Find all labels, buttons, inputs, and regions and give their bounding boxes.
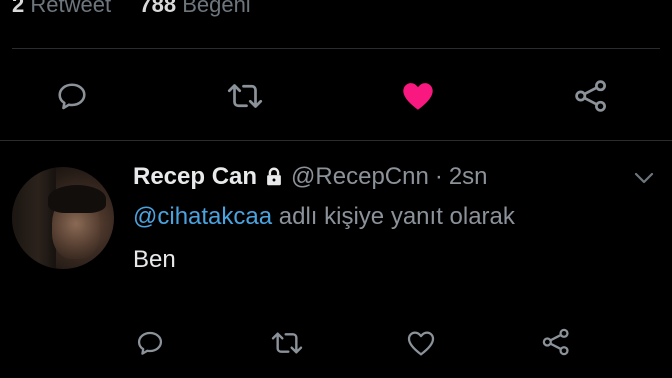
reply-button[interactable] bbox=[50, 74, 94, 118]
reply-share-button[interactable] bbox=[537, 323, 575, 361]
heart-filled-icon bbox=[403, 83, 433, 110]
like-label[interactable]: Beğeni bbox=[182, 0, 251, 17]
like-count[interactable]: 788 bbox=[139, 0, 176, 17]
share-icon bbox=[542, 328, 569, 356]
share-button[interactable] bbox=[569, 74, 613, 118]
heart-icon bbox=[407, 331, 435, 356]
retweet-label[interactable]: Retweet bbox=[30, 0, 111, 17]
like-button[interactable] bbox=[396, 74, 440, 118]
chevron-down-icon bbox=[634, 172, 654, 184]
reply-icon bbox=[137, 331, 163, 355]
share-icon bbox=[575, 80, 606, 112]
retweet-icon bbox=[227, 84, 263, 108]
tweet-stats: 2 Retweet 788 Beğeni bbox=[12, 0, 251, 18]
reply-header: Recep Can @RecepCnn · 2sn bbox=[133, 162, 488, 192]
tweet-text: Ben bbox=[133, 246, 176, 273]
avatar[interactable] bbox=[12, 167, 114, 269]
tweet-menu-button[interactable] bbox=[633, 170, 655, 191]
retweet-count[interactable]: 2 bbox=[12, 0, 24, 17]
timestamp[interactable]: 2sn bbox=[449, 162, 488, 192]
retweet-icon bbox=[271, 332, 303, 354]
reply-like-button[interactable] bbox=[402, 324, 440, 362]
reply-retweet-button[interactable] bbox=[267, 324, 307, 362]
user-handle[interactable]: @RecepCnn bbox=[291, 162, 429, 192]
display-name[interactable]: Recep Can bbox=[133, 162, 257, 192]
stats-divider bbox=[12, 48, 660, 49]
reply-reply-button[interactable] bbox=[131, 324, 169, 362]
separator-dot: · bbox=[434, 163, 443, 190]
tweet-divider bbox=[0, 140, 672, 141]
retweet-button[interactable] bbox=[223, 74, 267, 118]
replying-to: @cihatakcaa adlı kişiye yanıt olarak bbox=[133, 202, 515, 232]
replying-to-label: adlı kişiye yanıt olarak bbox=[278, 203, 515, 230]
lock-icon bbox=[263, 166, 285, 188]
mention-link[interactable]: @cihatakcaa bbox=[133, 203, 272, 230]
reply-icon bbox=[58, 83, 86, 110]
